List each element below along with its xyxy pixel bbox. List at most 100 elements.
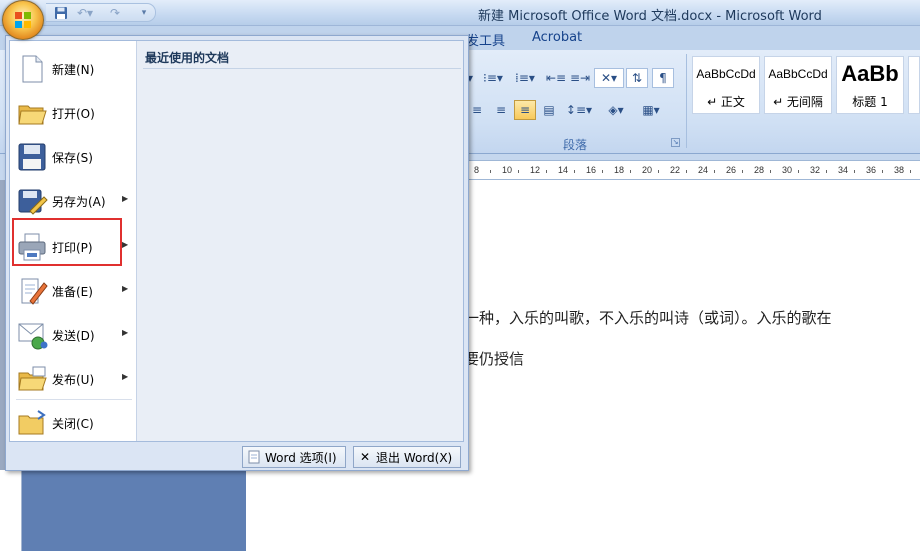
ruler-number: 12 (530, 165, 541, 175)
group-divider (686, 54, 687, 148)
document-text-line[interactable]: 要仍授信 (464, 348, 524, 369)
ruler-tick (574, 170, 575, 173)
menu-item-send[interactable]: 发送(D) ▶ (10, 313, 136, 357)
close-folder-icon (16, 407, 48, 439)
options-icon (247, 450, 261, 464)
ruler-number: 20 (642, 165, 653, 175)
submenu-arrow-icon: ▶ (122, 328, 129, 337)
vertical-ruler[interactable] (0, 470, 22, 551)
ruler-tick (714, 170, 715, 173)
office-logo-icon (15, 12, 33, 30)
save-icon (16, 141, 48, 173)
multilevel-list-icon[interactable]: ⁞≡▾ (510, 68, 540, 88)
ruler-tick (826, 170, 827, 173)
style-next[interactable] (908, 56, 920, 114)
ruler-tick (882, 170, 883, 173)
submenu-arrow-icon: ▶ (122, 194, 129, 203)
style-no-spacing[interactable]: AaBbCcDd ↵ 无间隔 (764, 56, 832, 114)
title-bar: ↶▾ ↷ ▾ 新建 Microsoft Office Word 文档.docx … (0, 0, 920, 26)
borders-icon[interactable]: ▦▾ (636, 100, 666, 120)
left-margin-area (22, 470, 246, 551)
paragraph-group-label: 段落 (562, 138, 587, 152)
show-marks-icon[interactable]: ¶ (652, 68, 674, 88)
ruler-tick (490, 170, 491, 173)
line-spacing-icon[interactable]: ↕≡▾ (564, 100, 594, 120)
exit-word-button[interactable]: ✕ 退出 Word(X) (353, 446, 461, 468)
styles-gallery: AaBbCcDd ↵ 正文 AaBbCcDd ↵ 无间隔 AaBb 标题 1 (692, 56, 920, 118)
ruler-tick (910, 170, 911, 173)
menu-item-new[interactable]: 新建(N) (10, 47, 136, 91)
tab-developer[interactable]: 发工具 (466, 30, 505, 49)
menu-item-publish[interactable]: 发布(U) ▶ (10, 357, 136, 401)
recent-divider (143, 68, 461, 69)
ruler-tick (658, 170, 659, 173)
style-normal[interactable]: AaBbCcDd ↵ 正文 (692, 56, 760, 114)
ruler-tick (686, 170, 687, 173)
tab-acrobat[interactable]: Acrobat (532, 30, 582, 45)
save-as-icon (16, 185, 48, 217)
submenu-arrow-icon: ▶ (122, 372, 129, 381)
new-document-icon (16, 53, 48, 85)
prepare-icon (16, 275, 48, 307)
decrease-indent-icon[interactable]: ⇤≡ (544, 68, 568, 88)
ruler-number: 38 (894, 165, 905, 175)
numbering-icon[interactable]: ⁝≡▾ (478, 68, 508, 88)
menu-separator (16, 399, 132, 400)
increase-indent-icon[interactable]: ≡⇥ (568, 68, 592, 88)
ruler-number: 14 (558, 165, 569, 175)
shading-icon[interactable]: ◈▾ (598, 100, 634, 120)
align-center-icon[interactable]: ≡ (466, 100, 488, 120)
ruler-number: 32 (810, 165, 821, 175)
menu-item-save-as[interactable]: 另存为(A) ▶ (10, 179, 136, 223)
send-icon (16, 319, 48, 351)
ruler-number: 18 (614, 165, 625, 175)
asian-layout-icon[interactable]: ✕▾ (594, 68, 624, 88)
ruler-tick (602, 170, 603, 173)
customize-qat-icon[interactable]: ▾ (138, 4, 150, 21)
dialog-launcher-icon[interactable]: ↘ (671, 138, 680, 147)
align-right-icon[interactable]: ≡ (490, 100, 512, 120)
ruler-number: 28 (754, 165, 765, 175)
floppy-icon[interactable] (52, 4, 70, 21)
undo-icon[interactable]: ↶▾ (74, 4, 96, 21)
menu-item-prepare[interactable]: 准备(E) ▶ (10, 269, 136, 313)
window-title: 新建 Microsoft Office Word 文档.docx - Micro… (478, 9, 822, 24)
office-menu: 新建(N) 打开(O) 保存(S) 另存为(A) ▶ 打印(P) ▶ 准备(E)… (5, 35, 469, 471)
submenu-arrow-icon: ▶ (122, 284, 129, 293)
ruler-tick (546, 170, 547, 173)
office-button[interactable] (2, 0, 44, 40)
menu-item-save[interactable]: 保存(S) (10, 135, 136, 179)
exit-word-label: 退出 Word(X) (376, 450, 453, 465)
ruler-tick (854, 170, 855, 173)
ruler-number: 30 (782, 165, 793, 175)
ruler-number: 16 (586, 165, 597, 175)
publish-icon (16, 363, 48, 395)
submenu-arrow-icon: ▶ (122, 240, 129, 249)
word-options-button[interactable]: Word 选项(I) (242, 446, 346, 468)
redo-icon[interactable]: ↷ (106, 4, 124, 21)
justify-icon[interactable]: ≡ (514, 100, 536, 120)
document-text-line[interactable]: 一种，入乐的叫歌，不入乐的叫诗（或词）。入乐的歌在 (464, 307, 832, 328)
menu-item-open[interactable]: 打开(O) (10, 91, 136, 135)
ruler-tick (798, 170, 799, 173)
ruler-number: 8 (474, 165, 480, 175)
close-icon: ✕ (359, 450, 371, 464)
ruler-number: 34 (838, 165, 849, 175)
recent-documents-panel: 最近使用的文档 (136, 41, 463, 441)
paragraph-group: ▾ ⁝≡▾ ⁞≡▾ ⇤≡ ≡⇥ ✕▾ ⇅ ¶ ≡ ≡ ≡ ▤ ↕≡▾ ◈▾ ▦▾… (464, 52, 686, 152)
ruler-number: 22 (670, 165, 681, 175)
ruler-number: 10 (502, 165, 513, 175)
sort-icon[interactable]: ⇅ (626, 68, 648, 88)
word-options-label: Word 选项(I) (265, 450, 337, 465)
ruler-number: 36 (866, 165, 877, 175)
print-highlight-box (12, 218, 122, 266)
menu-item-close[interactable]: 关闭(C) (10, 401, 136, 445)
open-folder-icon (16, 97, 48, 129)
ruler-tick (770, 170, 771, 173)
ruler-tick (518, 170, 519, 173)
distributed-icon[interactable]: ▤ (538, 100, 560, 120)
ruler-number: 26 (726, 165, 737, 175)
horizontal-ruler[interactable]: 8 10 12 14 16 18 20 22 24 26 28 30 32 34 36 38 (466, 160, 920, 180)
ruler-tick (742, 170, 743, 173)
style-heading-1[interactable]: AaBb 标题 1 (836, 56, 904, 114)
